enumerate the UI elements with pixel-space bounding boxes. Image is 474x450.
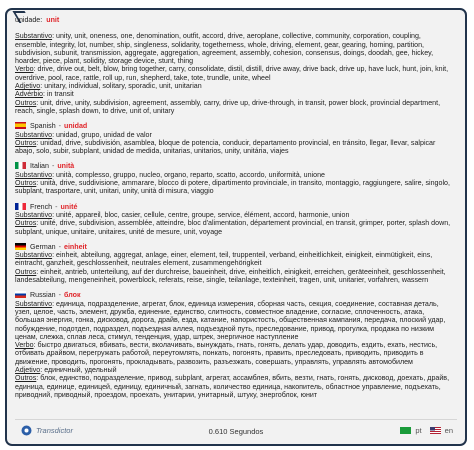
definition-row: Verbo: быстро двигаться, вбивать, вести,… (15, 341, 438, 366)
lang-pt-label: pt (415, 426, 422, 435)
part-of-speech-label[interactable]: Outros (15, 268, 36, 276)
footer: Transdictor 0.610 Segundos pt en (15, 419, 457, 440)
definition-row: Substantivo: einheit, abteilung, aggrega… (15, 251, 433, 268)
part-of-speech-label[interactable]: Adjetivo (15, 82, 40, 90)
definition-text: unitary, individual, solitary, sporadic,… (44, 82, 202, 91)
definition-row: Outros: unit, drive, unity, subdivision,… (15, 98, 441, 115)
language-section-es: Spanish - unidad Substantivo: unidad, grupo… (15, 122, 453, 155)
language-word: einheit (64, 242, 87, 251)
language-name: Russian (30, 291, 56, 300)
part-of-speech-label[interactable]: Outros (15, 374, 36, 382)
language-name: Spanish (30, 122, 56, 131)
definition-row: Substantivo: unidad, grupo, unidad de va… (15, 130, 152, 139)
part-of-speech-label[interactable]: Substantivo (15, 32, 52, 40)
part-of-speech-label[interactable]: Outros (15, 99, 36, 107)
part-of-speech-label[interactable]: Substantivo (15, 171, 52, 179)
language-word: unité (60, 202, 78, 211)
language-section-de: German - einheit Substantivo: einheit, abte… (15, 242, 453, 285)
results: unidade: unit Substantivo: unity, unit, o… (15, 16, 453, 406)
language-section-it: Italian - unità Substantivo: unità, comples… (15, 162, 453, 195)
translation-panel: unidade: unit Substantivo: unity, unit, o… (5, 8, 467, 446)
part-of-speech-label[interactable]: Outros (15, 179, 36, 187)
part-of-speech-label[interactable]: Advérbio (15, 90, 43, 98)
language-word: unidad (64, 122, 88, 131)
es-flag-icon (15, 122, 26, 130)
query-translation: unit (46, 16, 60, 24)
definition-text: unit, drive, unity, subdivision, agreeme… (15, 98, 441, 115)
part-of-speech-label[interactable]: Substantivo (15, 300, 52, 308)
definition-row: Adjetivo: unitary, individual, solitary,… (15, 82, 202, 91)
definition-text: einheit, abteilung, aggregat, anlage, ei… (15, 251, 433, 268)
definition-row: Outros: einheit, antrieb, unterteilung, … (15, 267, 446, 285)
lang-en-label: en (444, 426, 453, 435)
definition-row: Substantivo: единица, подразделение, агр… (15, 299, 446, 341)
part-of-speech-label[interactable]: Adjetivo (15, 366, 40, 374)
part-of-speech-label[interactable]: Substantivo (15, 131, 52, 139)
part-of-speech-label[interactable]: Substantivo (15, 211, 52, 219)
definition-text: единица, подразделение, агрегат, блок, е… (15, 299, 446, 341)
definition-text: unidad, drive, subdivisión, asamblea, bl… (15, 138, 436, 156)
definition-row: Adjetivo: единичный, удельный (15, 365, 117, 374)
it-flag-icon (15, 162, 26, 170)
language-header: Russian - блок (15, 291, 453, 299)
lang-en-button[interactable]: en (429, 426, 453, 435)
language-sections: Spanish - unidad Substantivo: unidad, grupo… (15, 122, 453, 399)
part-of-speech-label[interactable]: Verbo (15, 341, 34, 349)
ru-flag-icon (15, 291, 26, 299)
definition-row: Outros: unità, drive, suddivisione, amma… (15, 179, 450, 196)
definition-row: Advérbio: in transit (15, 90, 74, 99)
language-header: Spanish - unidad (15, 122, 453, 130)
part-of-speech-label[interactable]: Verbo (15, 65, 34, 73)
part-of-speech-label[interactable]: Outros (15, 139, 36, 147)
query-term: unidade (15, 16, 41, 24)
definition-text: unidad, grupo, unidad de valor (56, 130, 152, 139)
definition-row: Substantivo: unity, unit, oneness, one, … (15, 32, 434, 66)
language-name: French (30, 202, 53, 211)
language-word: блок (64, 291, 81, 300)
us-flag-icon (429, 427, 441, 434)
definition-row: Outros: unité, drive, subdivision, assem… (15, 219, 451, 236)
interface-language: pt en (400, 426, 453, 435)
definition-row: Substantivo: unità, complesso, gruppo, n… (15, 170, 325, 179)
definition-text: unité, appareil, bloc, casier, cellule, … (56, 210, 350, 219)
definition-text: unità, complesso, gruppo, nucleo, organo… (56, 170, 325, 179)
definition-row: Outros: unidad, drive, subdivisión, asam… (15, 138, 436, 156)
language-word: unità (57, 162, 75, 171)
elapsed-time: 0.610 Segundos (208, 427, 264, 436)
definition-text: unité, drive, subdivision, assemblée, at… (15, 219, 451, 236)
definition-text: unity, unit, oneness, one, denomination,… (15, 32, 434, 66)
definition-text: блок, единство, подразделение, привод, s… (15, 374, 450, 399)
definition-text: unità, drive, suddivisione, ammarare, bl… (15, 179, 450, 196)
definition-text: быстро двигаться, вбивать, вести, вколач… (15, 341, 438, 366)
language-section-fr: French - unité Substantivo: unité, appareil… (15, 202, 453, 236)
language-header: German - einheit (15, 242, 453, 251)
brazil-flag-icon (400, 427, 412, 434)
language-name: German (30, 242, 56, 251)
language-header: French - unité (15, 202, 453, 211)
definition-text: drive, drive out, belt, blow, bring toge… (15, 65, 449, 82)
language-header: Italian - unità (15, 162, 453, 170)
fr-flag-icon (15, 202, 26, 210)
query-header: unidade: unit (15, 16, 60, 24)
definition-row: Outros: блок, единство, подразделение, п… (15, 374, 450, 399)
language-section-ru: Russian - блок Substantivo: единица, подраз… (15, 291, 453, 399)
definition-text: einheit, antrieb, unterteilung, auf der … (15, 267, 446, 285)
definition-text: in transit (46, 90, 74, 99)
language-name: Italian (30, 162, 49, 171)
definition-row: Verbo: drive, drive out, belt, blow, bri… (15, 65, 449, 82)
de-flag-icon (15, 242, 26, 250)
lang-pt-button[interactable]: pt (400, 426, 422, 435)
definition-text: единичный, удельный (44, 365, 117, 374)
part-of-speech-label[interactable]: Outros (15, 219, 36, 227)
part-of-speech-label[interactable]: Substantivo (15, 251, 52, 259)
definition-row: Substantivo: unité, appareil, bloc, casi… (15, 210, 350, 219)
main-definitions: Substantivo: unity, unit, oneness, one, … (15, 32, 453, 115)
